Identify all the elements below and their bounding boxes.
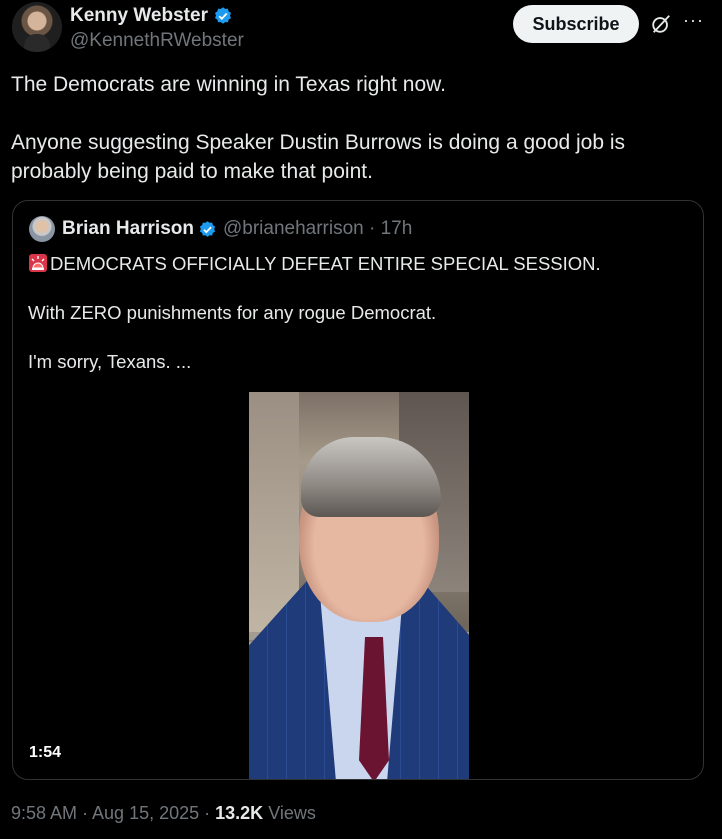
- tweet-header: Kenny Webster @KennethRWebster Subscribe…: [0, 0, 722, 60]
- video-duration: 1:54: [29, 744, 62, 761]
- quoted-author-row: Brian Harrison @brianeharrison · 17h: [62, 218, 412, 240]
- quoted-author-name[interactable]: Brian Harrison: [62, 218, 194, 240]
- quoted-headline-row: DEMOCRATS OFFICIALLY DEFEAT ENTIRE SPECI…: [28, 251, 688, 276]
- author-name[interactable]: Kenny Webster: [70, 5, 208, 27]
- author-name-row[interactable]: Kenny Webster: [70, 5, 233, 27]
- more-options-icon[interactable]: ···: [683, 10, 704, 31]
- views-count: 13.2K: [215, 803, 264, 823]
- views-label: Views: [263, 803, 316, 823]
- quoted-line-2: With ZERO punishments for any rogue Demo…: [28, 302, 437, 323]
- quoted-headline: DEMOCRATS OFFICIALLY DEFEAT ENTIRE SPECI…: [50, 253, 601, 274]
- quoted-author-avatar[interactable]: [29, 216, 55, 242]
- tweet-line-1: The Democrats are winning in Texas right…: [11, 73, 446, 96]
- siren-emoji-icon: [29, 254, 47, 272]
- grok-icon[interactable]: [650, 13, 672, 35]
- author-handle[interactable]: @KennethRWebster: [70, 30, 244, 52]
- quoted-tweet[interactable]: Brian Harrison @brianeharrison · 17h DEM…: [12, 200, 704, 780]
- video-thumbnail[interactable]: [249, 392, 469, 779]
- quoted-line-3: I'm sorry, Texans. ...: [28, 351, 192, 372]
- timestamp[interactable]: 9:58 AM · Aug 15, 2025 ·: [11, 803, 215, 823]
- verified-badge-icon: [214, 7, 231, 24]
- subscribe-button[interactable]: Subscribe: [513, 5, 639, 43]
- quoted-author-handle-time: @brianeharrison · 17h: [222, 218, 413, 239]
- quoted-tweet-text: DEMOCRATS OFFICIALLY DEFEAT ENTIRE SPECI…: [28, 251, 688, 374]
- tweet-line-2: Anyone suggesting Speaker Dustin Burrows…: [11, 131, 626, 183]
- tweet-body: The Democrats are winning in Texas right…: [11, 70, 711, 186]
- verified-badge-icon: [199, 220, 216, 237]
- author-avatar[interactable]: [12, 2, 62, 52]
- tweet-metadata: 9:58 AM · Aug 15, 2025 · 13.2K Views: [11, 803, 316, 824]
